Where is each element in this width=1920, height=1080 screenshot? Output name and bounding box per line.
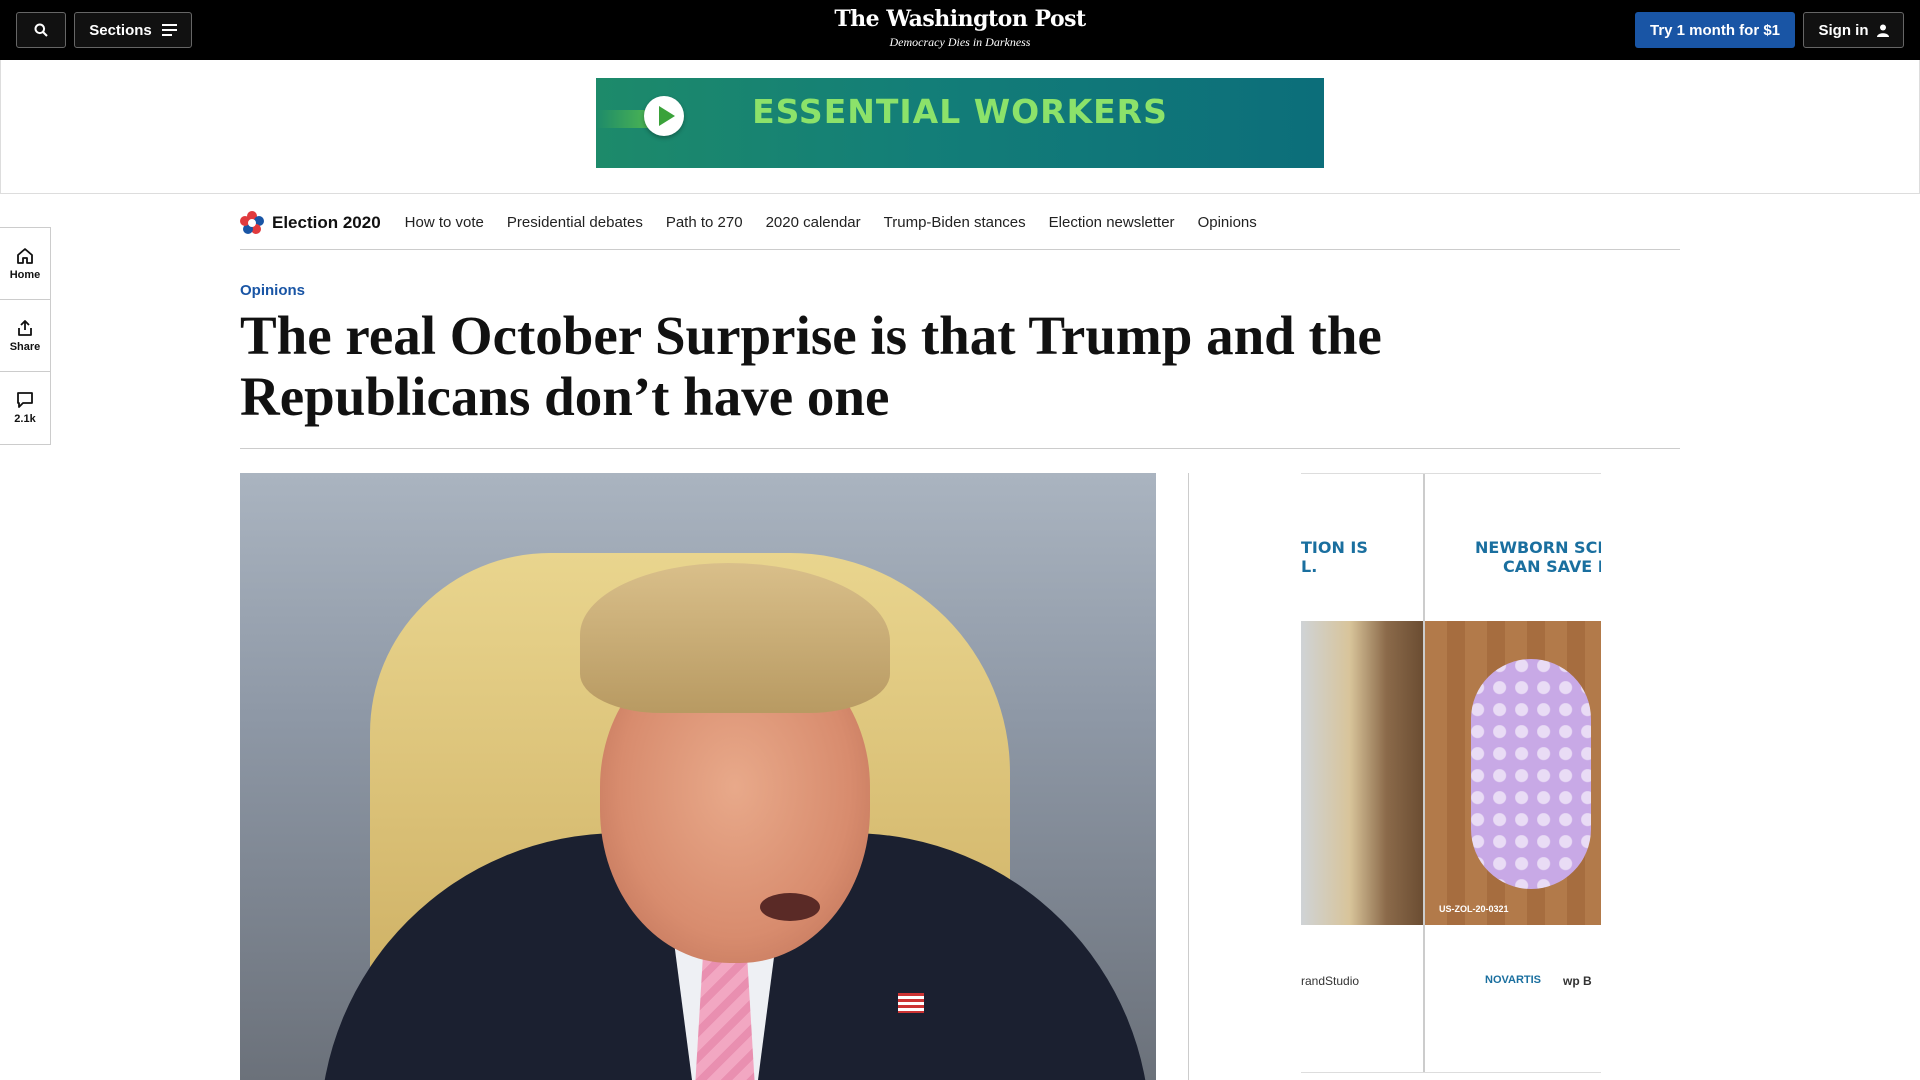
nav-item-election-newsletter[interactable]: Election newsletter <box>1049 214 1175 231</box>
comments-button[interactable]: 2.1k <box>0 372 50 444</box>
side-ad-right-headline-1: NEWBORN SCR <box>1475 538 1601 557</box>
side-ad-right-headline-2: CAN SAVE L <box>1503 557 1601 576</box>
site-logo[interactable]: The Washington Post Democracy Dies in Da… <box>0 6 1920 50</box>
banner-ad-text: ESSENTIAL WORKERS <box>752 92 1168 131</box>
nav-item-opinions[interactable]: Opinions <box>1198 214 1257 231</box>
subscribe-button[interactable]: Try 1 month for $1 <box>1635 12 1795 48</box>
comments-count: 2.1k <box>14 413 36 425</box>
home-label: Home <box>9 268 41 281</box>
article-headline: The real October Surprise is that Trump … <box>240 305 1382 427</box>
top-bar: Sections The Washington Post Democracy D… <box>0 0 1920 60</box>
home-icon <box>17 247 33 264</box>
side-ad[interactable]: TION IS L. NEWBORN SCR CAN SAVE L US-ZOL… <box>1301 473 1601 1073</box>
share-button[interactable]: Share <box>0 300 50 372</box>
logo-tagline: Democracy Dies in Darkness <box>889 35 1031 49</box>
side-ad-image-left <box>1301 621 1423 925</box>
side-ad-wp-mark: wp B <box>1563 974 1592 988</box>
share-label: Share <box>9 340 41 353</box>
flag-pin <box>898 993 924 1013</box>
column-divider <box>1188 473 1189 1080</box>
share-icon <box>18 319 32 336</box>
side-ad-left-headline-1: TION IS <box>1301 538 1368 557</box>
nav-item-path-to-270[interactable]: Path to 270 <box>666 214 743 231</box>
nav-item-presidential-debates[interactable]: Presidential debates <box>507 214 643 231</box>
election-nav: Election 2020 How to vote Presidential d… <box>240 196 1680 250</box>
side-ad-brand: NOVARTIS <box>1485 974 1542 986</box>
nav-item-how-to-vote[interactable]: How to vote <box>405 214 484 231</box>
comment-icon <box>17 392 33 408</box>
election-star-icon <box>240 210 264 234</box>
home-button[interactable]: Home <box>0 228 50 300</box>
side-ad-code: US-ZOL-20-0321 <box>1439 904 1509 914</box>
nav-item-2020-calendar[interactable]: 2020 calendar <box>766 214 861 231</box>
signin-label: Sign in <box>1818 21 1869 39</box>
side-ad-left-headline-2: L. <box>1301 557 1318 576</box>
nav-item-trump-biden-stances[interactable]: Trump-Biden stances <box>884 214 1026 231</box>
side-rail: Home Share 2.1k <box>0 227 51 445</box>
article-kicker[interactable]: Opinions <box>240 282 305 299</box>
headline-divider <box>240 448 1680 449</box>
top-banner-ad[interactable]: ESSENTIAL WORKERS <box>596 78 1324 168</box>
election-nav-title[interactable]: Election 2020 <box>272 213 381 233</box>
logo-name: The Washington Post <box>834 6 1086 32</box>
signin-button[interactable]: Sign in <box>1803 12 1904 48</box>
side-ad-left-footer: randStudio <box>1301 974 1360 988</box>
lead-photo[interactable] <box>240 473 1156 1080</box>
user-icon <box>1876 24 1889 37</box>
